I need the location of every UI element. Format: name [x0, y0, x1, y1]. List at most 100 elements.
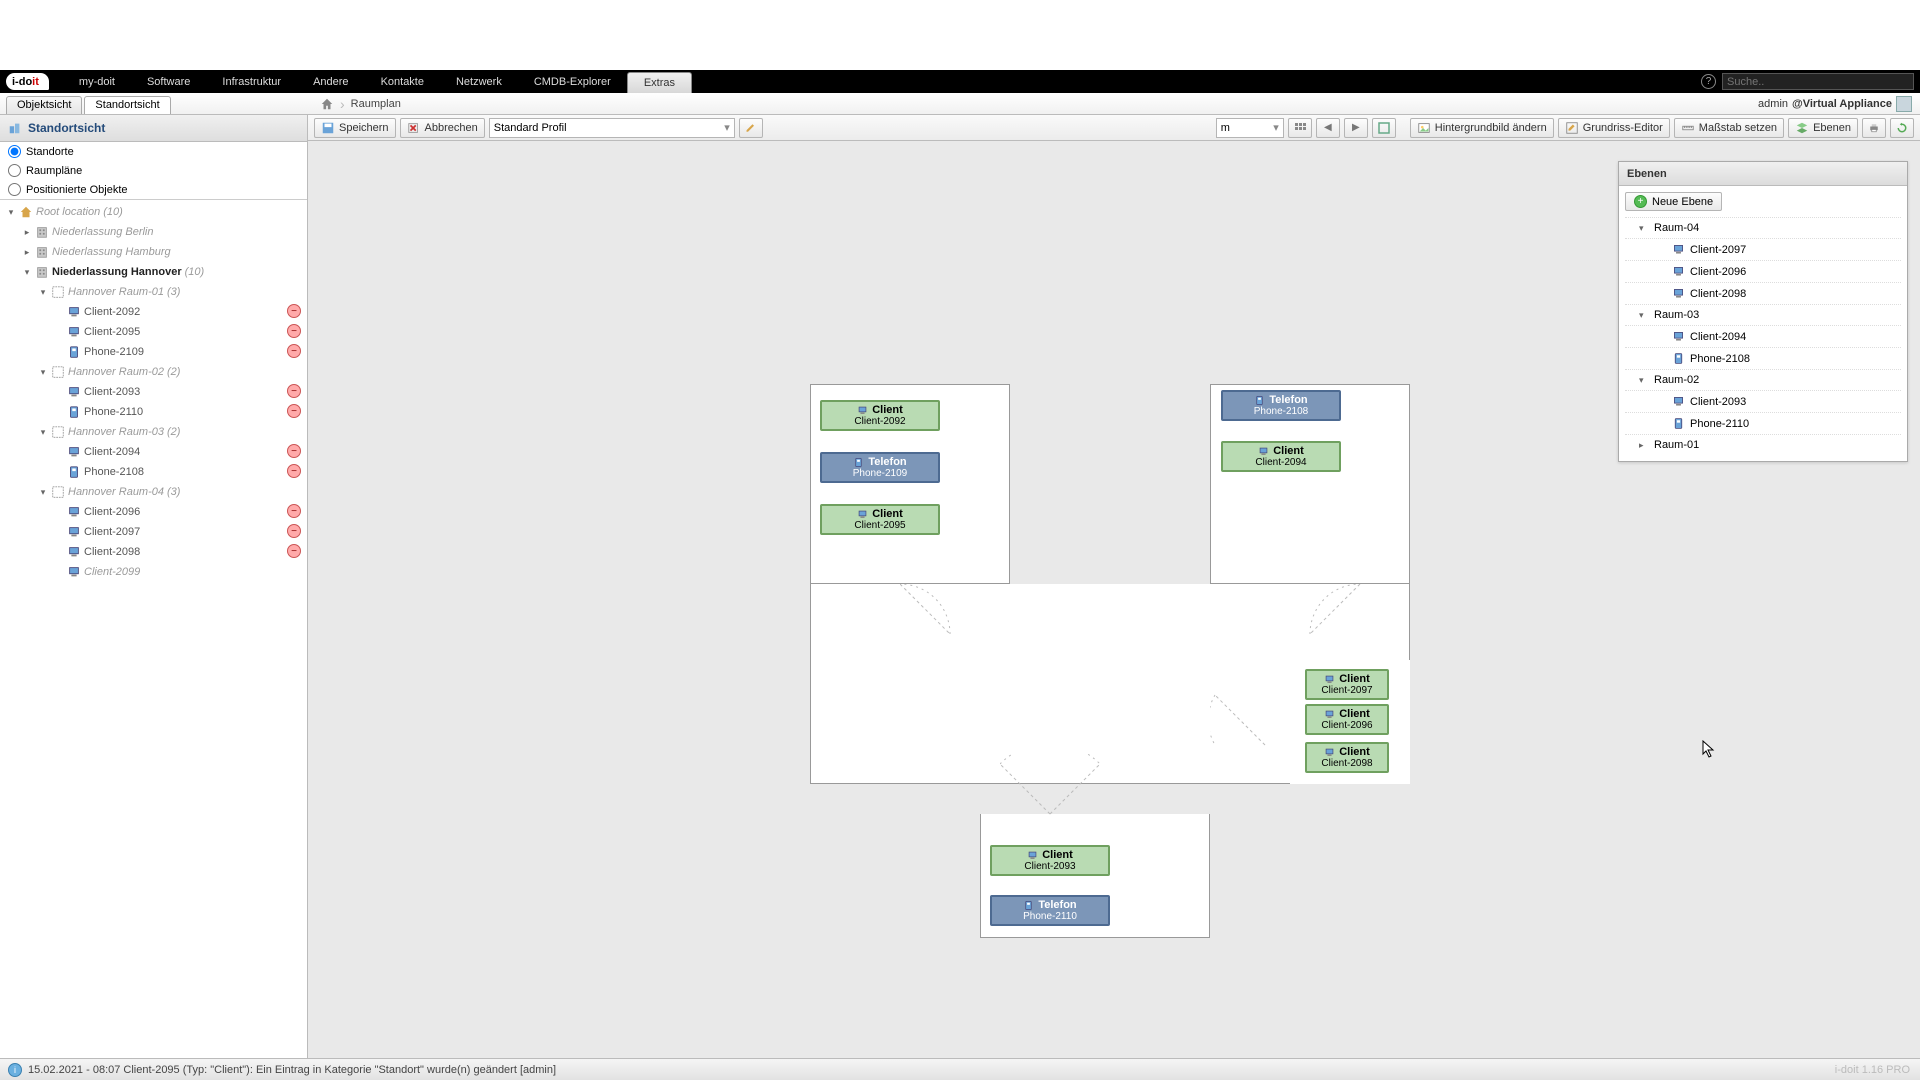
topnav-item-my-doit[interactable]: my-doit [63, 70, 131, 93]
remove-button[interactable]: − [287, 464, 301, 478]
tree-node[interactable]: Client-2093− [0, 382, 307, 402]
remove-button[interactable]: − [287, 504, 301, 518]
layer-room[interactable]: Raum-03 [1625, 304, 1901, 325]
canvas-object[interactable]: ClientClient-2095 [820, 504, 940, 535]
sidebar-tab-objektsicht[interactable]: Objektsicht [6, 96, 82, 114]
tree-expander-icon[interactable] [38, 287, 48, 298]
print-button[interactable] [1862, 118, 1886, 138]
topnav-item-andere[interactable]: Andere [297, 70, 364, 93]
layers-panel[interactable]: Ebenen +Neue Ebene Raum-04Client-2097Cli… [1618, 161, 1908, 462]
tree-node[interactable]: Root location(10) [0, 202, 307, 222]
tree-node[interactable]: Niederlassung Hannover(10) [0, 262, 307, 282]
canvas-object[interactable]: ClientClient-2094 [1221, 441, 1341, 472]
cancel-button[interactable]: Abbrechen [400, 118, 485, 138]
tree-expander-icon[interactable] [22, 267, 32, 278]
canvas-object[interactable]: ClientClient-2098 [1305, 742, 1389, 773]
sidebar-radio-2[interactable]: Positionierte Objekte [0, 180, 307, 199]
chevron-icon[interactable] [1639, 440, 1649, 451]
floorplan-editor-button[interactable]: Grundriss-Editor [1558, 118, 1670, 138]
canvas-object[interactable]: ClientClient-2097 [1305, 669, 1389, 700]
tree-expander-icon[interactable] [6, 207, 16, 218]
layer-item[interactable]: Phone-2108 [1625, 347, 1901, 369]
tree-node[interactable]: Client-2099 [0, 562, 307, 582]
global-search-input[interactable] [1722, 73, 1914, 90]
remove-button[interactable]: − [287, 404, 301, 418]
canvas-object[interactable]: TelefonPhone-2110 [990, 895, 1110, 926]
app-logo[interactable]: i-doit [6, 73, 49, 90]
remove-button[interactable]: − [287, 384, 301, 398]
remove-button[interactable]: − [287, 324, 301, 338]
layer-room[interactable]: Raum-02 [1625, 369, 1901, 390]
home-icon[interactable] [320, 97, 334, 111]
sidebar-radio-0[interactable]: Standorte [0, 142, 307, 161]
radio-input[interactable] [8, 183, 21, 196]
avatar-icon[interactable] [1896, 96, 1912, 112]
remove-button[interactable]: − [287, 444, 301, 458]
tree-expander-icon[interactable] [38, 487, 48, 498]
tree-node[interactable]: Client-2095− [0, 322, 307, 342]
tree-node[interactable]: Client-2096− [0, 502, 307, 522]
tree-node[interactable]: Client-2092− [0, 302, 307, 322]
remove-button[interactable]: − [287, 344, 301, 358]
canvas-object[interactable]: TelefonPhone-2109 [820, 452, 940, 483]
remove-button[interactable]: − [287, 544, 301, 558]
layer-item[interactable]: Client-2093 [1625, 390, 1901, 412]
unit-select[interactable]: m [1216, 118, 1284, 138]
layer-room[interactable]: Raum-01 [1625, 434, 1901, 455]
user-area[interactable]: admin @Virtual Appliance [1758, 93, 1912, 114]
layer-item[interactable]: Client-2096 [1625, 260, 1901, 282]
tree-node[interactable]: Hannover Raum-02(2) [0, 362, 307, 382]
topnav-item-extras[interactable]: Extras [627, 72, 692, 93]
topnav-item-cmdb-explorer[interactable]: CMDB-Explorer [518, 70, 627, 93]
layer-item[interactable]: Client-2097 [1625, 238, 1901, 260]
topnav-item-infrastruktur[interactable]: Infrastruktur [206, 70, 297, 93]
refresh-button[interactable] [1890, 118, 1914, 138]
tree-node[interactable]: Phone-2108− [0, 462, 307, 482]
chevron-icon[interactable] [1639, 310, 1649, 321]
new-layer-button[interactable]: +Neue Ebene [1625, 192, 1722, 211]
nav-left-button[interactable]: ◀ [1316, 118, 1340, 138]
tree-node[interactable]: Niederlassung Berlin [0, 222, 307, 242]
tree-node[interactable]: Client-2097− [0, 522, 307, 542]
remove-button[interactable]: − [287, 304, 301, 318]
chevron-icon[interactable] [1639, 223, 1649, 234]
radio-input[interactable] [8, 145, 21, 158]
scale-button[interactable]: Maßstab setzen [1674, 118, 1784, 138]
tree-expander-icon[interactable] [38, 427, 48, 438]
tree-node[interactable]: Client-2094− [0, 442, 307, 462]
topnav-item-netzwerk[interactable]: Netzwerk [440, 70, 518, 93]
radio-input[interactable] [8, 164, 21, 177]
tree-node[interactable]: Phone-2110− [0, 402, 307, 422]
remove-button[interactable]: − [287, 524, 301, 538]
breadcrumb-current[interactable]: Raumplan [351, 98, 401, 110]
tree-node[interactable]: Client-2098− [0, 542, 307, 562]
layer-room[interactable]: Raum-04 [1625, 217, 1901, 238]
topnav-item-kontakte[interactable]: Kontakte [365, 70, 440, 93]
layers-button[interactable]: Ebenen [1788, 118, 1858, 138]
fit-button[interactable] [1372, 118, 1396, 138]
tree-node[interactable]: Hannover Raum-01(3) [0, 282, 307, 302]
topnav-item-software[interactable]: Software [131, 70, 206, 93]
tree-expander-icon[interactable] [38, 367, 48, 378]
background-change-button[interactable]: Hintergrundbild ändern [1410, 118, 1554, 138]
tree-node[interactable]: Phone-2109− [0, 342, 307, 362]
sidebar-radio-1[interactable]: Raumpläne [0, 161, 307, 180]
sidebar-tab-standortsicht[interactable]: Standortsicht [84, 96, 170, 114]
tree-node[interactable]: Hannover Raum-03(2) [0, 422, 307, 442]
canvas-object[interactable]: ClientClient-2092 [820, 400, 940, 431]
layer-item[interactable]: Phone-2110 [1625, 412, 1901, 434]
tree-node[interactable]: Hannover Raum-04(3) [0, 482, 307, 502]
layer-item[interactable]: Client-2098 [1625, 282, 1901, 304]
tree-expander-icon[interactable] [22, 227, 32, 238]
canvas-object[interactable]: ClientClient-2096 [1305, 704, 1389, 735]
save-button[interactable]: Speichern [314, 118, 396, 138]
help-icon[interactable]: ? [1701, 74, 1716, 89]
canvas-object[interactable]: ClientClient-2093 [990, 845, 1110, 876]
canvas-object[interactable]: TelefonPhone-2108 [1221, 390, 1341, 421]
tree-expander-icon[interactable] [22, 247, 32, 258]
profile-edit-button[interactable] [739, 118, 763, 138]
profile-select[interactable]: Standard Profil [489, 118, 735, 138]
grid-toggle-button[interactable] [1288, 118, 1312, 138]
nav-right-button[interactable]: ▶ [1344, 118, 1368, 138]
chevron-icon[interactable] [1639, 375, 1649, 386]
